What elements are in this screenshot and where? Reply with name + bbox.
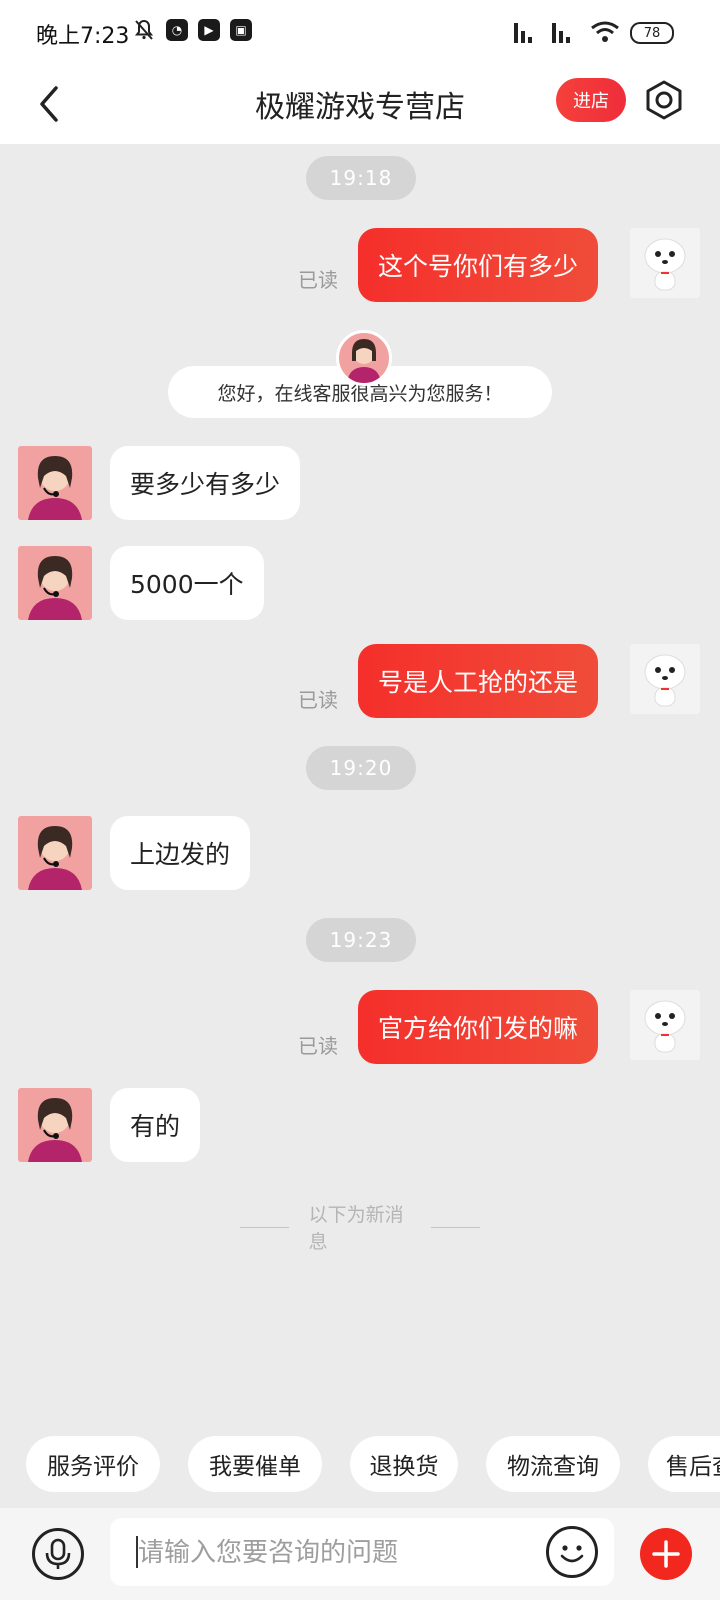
- status-bar: 晚上7:23 ◔ ▶ ▣ 78: [0, 0, 720, 66]
- quick-reply-bar: 服务评价 我要催单 退换货 物流查询 售后查: [0, 1436, 720, 1498]
- joy-dog-avatar-icon: [644, 654, 686, 707]
- app-notification-icon: ▣: [230, 19, 252, 41]
- quick-reply-chip[interactable]: 我要催单: [188, 1436, 322, 1492]
- agent-avatar[interactable]: [18, 1088, 92, 1162]
- more-actions-button[interactable]: [640, 1528, 692, 1580]
- message-bubble-incoming[interactable]: 上边发的: [110, 816, 251, 890]
- agent-avatar[interactable]: [18, 446, 92, 520]
- message-input-field[interactable]: [110, 1518, 614, 1588]
- user-avatar[interactable]: [630, 228, 700, 298]
- message-row: 5000一个: [0, 546, 720, 620]
- user-avatar[interactable]: [630, 644, 700, 714]
- status-icons: ◔ ▶ ▣: [132, 18, 252, 42]
- joy-dog-avatar-icon: [644, 1000, 686, 1053]
- user-avatar[interactable]: [630, 990, 700, 1060]
- emoji-button[interactable]: [546, 1526, 598, 1578]
- agent-avatar[interactable]: [18, 816, 92, 890]
- time-stamp: 19:20: [306, 746, 416, 790]
- quick-reply-chip[interactable]: 售后查: [648, 1436, 720, 1492]
- voice-input-button[interactable]: [32, 1528, 84, 1580]
- enter-store-button[interactable]: 进店: [556, 78, 626, 122]
- status-time: 晚上7:23: [36, 24, 130, 49]
- wifi-icon: [591, 21, 619, 42]
- agent-icon: [28, 826, 82, 890]
- message-bubble-incoming[interactable]: 有的: [110, 1088, 201, 1162]
- signal-wifi: [514, 20, 620, 44]
- read-status: 已读: [298, 268, 338, 292]
- agent-icon: [28, 456, 82, 520]
- message-row: 上边发的: [0, 816, 720, 890]
- agent-avatar-small: [336, 330, 392, 386]
- agent-icon: [28, 556, 82, 620]
- quick-reply-chip[interactable]: 服务评价: [26, 1436, 160, 1492]
- new-messages-divider: 以下为新消息: [220, 1204, 500, 1253]
- message-row: 已读 这个号你们有多少: [0, 228, 720, 302]
- agent-avatar[interactable]: [18, 546, 92, 620]
- read-status: 已读: [298, 1034, 338, 1058]
- message-bubble-incoming[interactable]: 5000一个: [110, 546, 264, 620]
- agent-icon: [347, 339, 381, 383]
- message-row: 已读 号是人工抢的还是: [0, 644, 720, 718]
- input-bar: [0, 1508, 720, 1600]
- message-bubble-incoming[interactable]: 要多少有多少: [110, 446, 301, 520]
- joy-dog-avatar-icon: [644, 238, 686, 291]
- quick-reply-chip[interactable]: 退换货: [350, 1436, 458, 1492]
- qq-icon: ◔: [166, 19, 188, 41]
- time-stamp: 19:23: [306, 918, 416, 962]
- microphone-icon: [45, 1538, 71, 1569]
- signal-2-icon: [552, 23, 570, 43]
- message-row: 已读 官方给你们发的嘛: [0, 990, 720, 1064]
- header-bar: 极耀游戏专营店 进店: [0, 66, 720, 144]
- agent-icon: [28, 1098, 82, 1162]
- mute-bell-icon: [134, 19, 154, 40]
- message-bubble-outgoing[interactable]: 官方给你们发的嘛: [357, 990, 598, 1064]
- message-bubble-outgoing[interactable]: 号是人工抢的还是: [357, 644, 598, 718]
- battery-indicator: 78: [630, 22, 674, 44]
- message-input[interactable]: [136, 1518, 520, 1588]
- quick-reply-chip[interactable]: 物流查询: [486, 1436, 620, 1492]
- message-row: 有的: [0, 1088, 720, 1162]
- time-stamp: 19:18: [306, 156, 416, 200]
- settings-icon[interactable]: [642, 76, 686, 124]
- signal-icon: [514, 23, 532, 43]
- video-icon: ▶: [198, 19, 220, 41]
- plus-icon: [652, 1540, 680, 1568]
- chat-area[interactable]: 19:18 已读 这个号你们有多少 您好，在线客服很高兴为您服务！ 要多少有多少…: [0, 144, 720, 1434]
- message-row: 要多少有多少: [0, 446, 720, 520]
- smiley-icon: [560, 1545, 584, 1563]
- read-status: 已读: [298, 688, 338, 712]
- message-bubble-outgoing[interactable]: 这个号你们有多少: [357, 228, 598, 302]
